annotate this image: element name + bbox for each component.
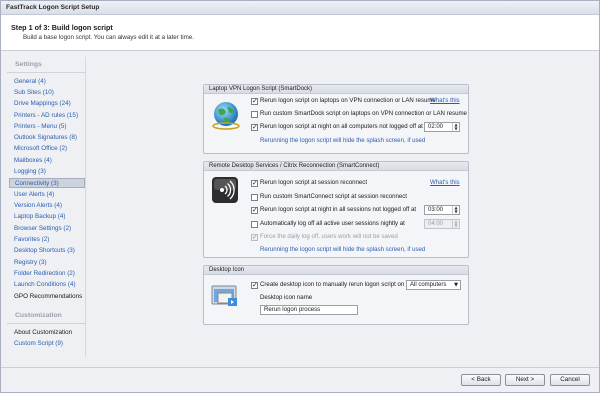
desktop-icon-group-title: Desktop Icon: [204, 266, 468, 275]
sidebar-item-browser-settings[interactable]: Browser Settings (2): [9, 224, 85, 234]
desktop-icon-label: Create desktop icon to manually rerun lo…: [260, 281, 405, 288]
vpn-group: Laptop VPN Logon Script (SmartDock) Reru…: [203, 84, 469, 154]
sidebar-item-about-customization[interactable]: About Customization: [9, 328, 85, 338]
vpn-night-rerun-checkbox[interactable]: [251, 123, 258, 131]
sidebar-item-desktop-shortcuts[interactable]: Desktop Shortcuts (3): [9, 246, 85, 256]
sidebar-item-sub-sites[interactable]: Sub Sites (10): [9, 88, 85, 98]
sidebar-item-drive-mappings[interactable]: Drive Mappings (24): [9, 99, 85, 109]
time-spinner-icon[interactable]: ▲ ▼: [452, 206, 459, 214]
sidebar-item-version-alerts[interactable]: Version Alerts (4): [9, 201, 85, 211]
sidebar-item-printers-ad-rules[interactable]: Printers - AD rules (15): [9, 111, 85, 121]
rds-custom-script-label: Run custom SmartConnect script at sessio…: [260, 193, 407, 200]
rds-group: Remote Desktop Services / Citrix Reconne…: [203, 161, 469, 258]
step-subtitle: Build a base logon script. You can alway…: [23, 34, 194, 41]
desktop-icon-name-value: Rerun logon process: [264, 306, 321, 313]
sidebar-item-registry[interactable]: Registry (3): [9, 258, 85, 268]
sidebar-item-printers-menu[interactable]: Printers - Menu (5): [9, 122, 85, 132]
vpn-custom-script-checkbox[interactable]: [251, 111, 258, 118]
sidebar-item-mailboxes[interactable]: Mailboxes (4): [9, 156, 85, 166]
sidebar-item-microsoft-office[interactable]: Microsoft Office (2): [9, 144, 85, 154]
computers-dropdown-value: All computers: [410, 282, 447, 288]
sidebar-item-user-alerts[interactable]: User Alerts (4): [9, 190, 85, 200]
vpn-whats-this-link[interactable]: What's this: [430, 97, 460, 105]
footer-divider: [1, 367, 599, 368]
sidebar-item-connectivity[interactable]: Connectivity (3): [9, 178, 85, 188]
rds-force-logoff-label: Force the daily log off, users work will…: [260, 233, 398, 240]
desktop-icon-name-input[interactable]: Rerun logon process: [260, 305, 358, 315]
wizard-header: Step 1 of 3: Build logon script Build a …: [1, 15, 599, 51]
sidebar-item-launch-conditions[interactable]: Launch Conditions (4): [9, 280, 85, 290]
sidebar-separator: [85, 57, 86, 357]
vpn-night-time-input[interactable]: 02:00 ▲ ▼: [424, 122, 460, 132]
sidebar-item-favorites[interactable]: Favorites (2): [9, 235, 85, 245]
rds-reconnect-label: Rerun logon script at session reconnect: [260, 179, 368, 186]
vpn-rerun-checkbox[interactable]: [251, 97, 258, 105]
vpn-night-time-value: 02:00: [428, 124, 444, 130]
sidebar-item-outlook-signatures[interactable]: Outlook Signatures (8): [9, 133, 85, 143]
vpn-custom-script-label: Run custom SmartDock script on laptops o…: [260, 110, 467, 117]
vpn-rerun-label: Rerun logon script on laptops on VPN con…: [260, 97, 436, 104]
desktop-icon-name-label: Desktop icon name: [260, 294, 313, 301]
time-spinner-icon[interactable]: ▲ ▼: [452, 220, 459, 228]
settings-sidebar: Settings General (4) Sub Sites (10) Driv…: [7, 57, 85, 357]
vpn-group-title: Laptop VPN Logon Script (SmartDock): [204, 85, 468, 94]
cancel-button[interactable]: Cancel: [550, 374, 590, 386]
rds-reconnect-checkbox[interactable]: [251, 179, 258, 187]
rds-auto-logoff-label: Automatically log off all active user se…: [260, 220, 405, 227]
vpn-splash-note: Rerunning the logon script will hide the…: [260, 137, 426, 144]
computers-dropdown[interactable]: All computers ▼: [406, 280, 461, 290]
rds-night-rerun-checkbox[interactable]: [251, 206, 258, 214]
globe-network-icon: [210, 99, 242, 133]
sidebar-item-gpo-recommendations[interactable]: GPO Recommendations: [9, 292, 85, 302]
time-spinner-icon[interactable]: ▲ ▼: [452, 123, 459, 131]
title-bar: FastTrack Logon Script Setup: [1, 1, 599, 15]
settings-divider: [7, 72, 85, 73]
desktop-shortcut-icon: [210, 280, 242, 314]
rds-night-time-input[interactable]: 03:00 ▲ ▼: [424, 205, 460, 215]
rds-night-rerun-label: Rerun logon script at night in all sessi…: [260, 206, 417, 213]
remote-reconnect-icon: [210, 175, 240, 207]
setup-window: FastTrack Logon Script Setup Step 1 of 3…: [0, 0, 600, 393]
rds-custom-script-checkbox[interactable]: [251, 194, 258, 201]
desktop-icon-checkbox[interactable]: [251, 281, 258, 289]
sidebar-item-logging[interactable]: Logging (3): [9, 167, 85, 177]
rds-logoff-time-input[interactable]: 04:00 ▲ ▼: [424, 219, 460, 229]
rds-auto-logoff-checkbox[interactable]: [251, 221, 258, 228]
sidebar-item-folder-redirection[interactable]: Folder Redirection (2): [9, 269, 85, 279]
sidebar-item-custom-script[interactable]: Custom Script (9): [9, 339, 85, 349]
window-title: FastTrack Logon Script Setup: [6, 4, 100, 11]
rds-force-logoff-checkbox[interactable]: [251, 233, 258, 241]
vpn-night-rerun-label: Rerun logon script at night on all compu…: [260, 123, 423, 130]
settings-section-title: Settings: [15, 61, 42, 68]
sidebar-item-general[interactable]: General (4): [9, 77, 85, 87]
rds-night-time-value: 03:00: [428, 207, 444, 213]
customization-section-title: Customization: [15, 312, 62, 319]
rds-logoff-time-value: 04:00: [428, 221, 444, 227]
step-title: Step 1 of 3: Build logon script: [11, 23, 113, 32]
chevron-down-icon: ▼: [454, 282, 458, 288]
rds-whats-this-link[interactable]: What's this: [430, 179, 460, 187]
rds-splash-note: Rerunning the logon script will hide the…: [260, 246, 426, 253]
customization-divider: [7, 323, 85, 324]
sidebar-item-laptop-backup[interactable]: Laptop Backup (4): [9, 212, 85, 222]
back-button[interactable]: < Back: [461, 374, 501, 386]
desktop-icon-group: Desktop Icon Create desktop icon to manu…: [203, 265, 469, 325]
rds-group-title: Remote Desktop Services / Citrix Reconne…: [204, 162, 468, 171]
next-button[interactable]: Next >: [505, 374, 545, 386]
